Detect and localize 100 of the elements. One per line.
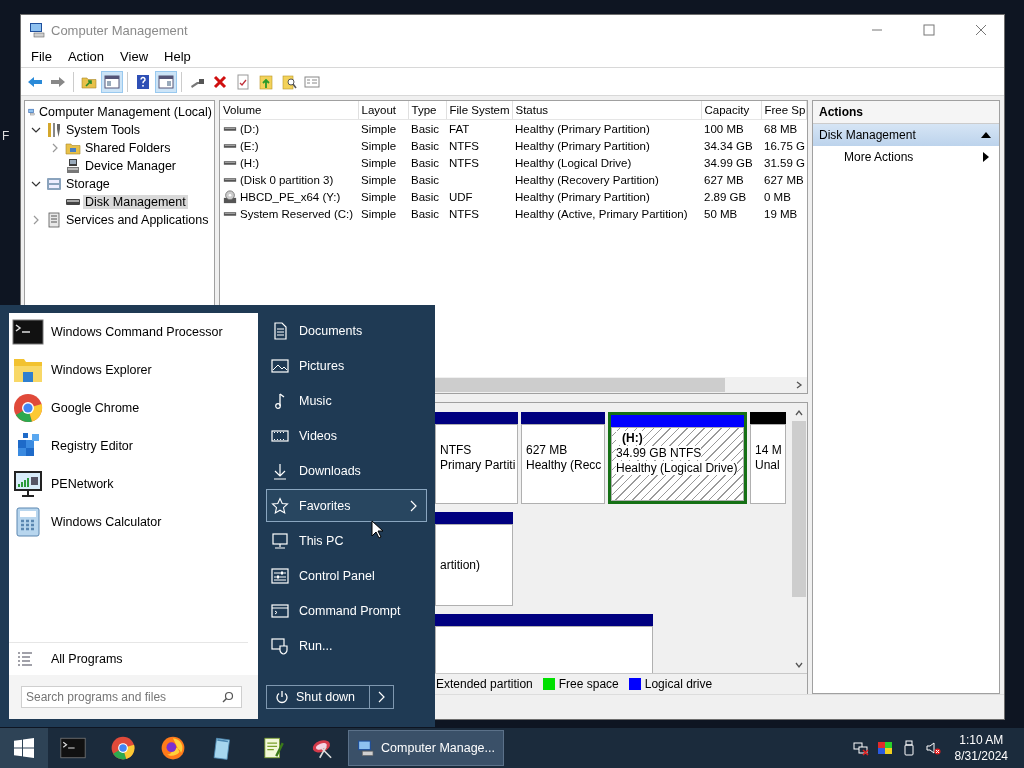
partition-block[interactable]: (H:) 34.99 GB NTFS Healthy (Logical Drive) [608, 412, 747, 504]
volume-name: (D:) [240, 122, 260, 135]
place-item[interactable]: This PC [266, 524, 427, 557]
scroll-down-icon[interactable] [794, 661, 803, 669]
document-icon [271, 321, 289, 340]
table-cell: 0 MB [764, 190, 791, 203]
place-item[interactable]: Documents [266, 314, 427, 347]
clock-time[interactable]: 1:10 AM [959, 732, 1004, 748]
volume-name: (H:) [240, 156, 260, 169]
tree-item[interactable]: Computer Management (Local) [37, 105, 214, 119]
tree-item[interactable]: Shared Folders [83, 141, 173, 155]
column-header[interactable]: Volume [220, 101, 358, 120]
window-title: Computer Management [51, 22, 189, 38]
scrollbar-thumb[interactable] [791, 421, 806, 597]
table-cell: Basic [411, 156, 440, 169]
device-icon [65, 158, 81, 174]
table-cell: 627 MB [764, 173, 804, 186]
maximize-icon[interactable] [923, 24, 935, 36]
toolbar-button[interactable] [155, 70, 177, 93]
place-label: Control Panel [299, 568, 376, 583]
column-header[interactable]: File System [446, 101, 512, 120]
collapse-arrow-icon[interactable] [981, 131, 991, 139]
tree-item[interactable]: Storage [64, 177, 112, 191]
program-item[interactable]: Windows Explorer [51, 363, 152, 377]
column-header[interactable]: Type [408, 101, 446, 120]
power-icon [275, 690, 289, 704]
toolbar-button[interactable] [101, 70, 123, 93]
program-item[interactable]: Registry Editor [51, 439, 133, 453]
place-item[interactable]: Command Prompt [266, 594, 427, 627]
column-header[interactable]: Status [512, 101, 701, 120]
table-cell: 50 MB [704, 207, 738, 220]
legend-label: Extended partition [436, 677, 533, 691]
place-label: Videos [299, 428, 338, 443]
table-cell: Basic [411, 139, 440, 152]
table-cell: Healthy (Primary Partition) [515, 190, 650, 203]
partition-name: (H:) [616, 431, 643, 445]
place-item[interactable]: Run... [266, 629, 427, 662]
table-cell: NTFS [449, 139, 480, 152]
action-group-title: Disk Management [819, 128, 916, 142]
table-cell: 2.89 GB [704, 190, 747, 203]
action-item[interactable]: More Actions [813, 146, 999, 168]
table-cell: Basic [411, 207, 440, 220]
action-group-header[interactable]: Disk Management [813, 124, 999, 146]
place-label: Music [299, 393, 333, 408]
chevron-icon[interactable] [31, 179, 41, 189]
all-programs-link[interactable]: All Programs [51, 652, 123, 666]
table-cell: UDF [449, 190, 473, 203]
table-cell: Simple [361, 207, 397, 220]
image-icon [271, 356, 289, 375]
desktop-icon-label[interactable]: F [2, 129, 10, 143]
start-button[interactable] [0, 728, 48, 768]
table-cell: Simple [361, 122, 397, 135]
terminal-icon[interactable] [60, 735, 86, 761]
program-item[interactable]: PENetwork [51, 477, 114, 491]
menu-item[interactable]: File [23, 48, 60, 64]
search-icon [222, 691, 234, 703]
terminal-icon [12, 316, 44, 348]
program-item[interactable]: Windows Command Processor [51, 325, 223, 339]
place-item[interactable]: Control Panel [266, 559, 427, 592]
tree-item[interactable]: Device Manager [83, 159, 178, 173]
chevron-icon[interactable] [31, 125, 41, 135]
table-cell: Healthy (Primary Partition) [515, 122, 650, 135]
column-header[interactable]: Free Sp [761, 101, 806, 120]
run-icon [271, 636, 289, 655]
scroll-right-icon[interactable] [795, 381, 803, 389]
services-icon [46, 212, 62, 228]
clock-date[interactable]: 8/31/2024 [954, 748, 1008, 764]
menu-item[interactable]: View [112, 48, 157, 64]
partition-status: artition) [440, 558, 480, 572]
shut-down-button[interactable]: Shut down [266, 685, 371, 709]
round-logo-icon[interactable] [160, 735, 186, 761]
folder-search-icon [281, 73, 297, 90]
place-item[interactable]: Music [266, 384, 427, 417]
tools-icon [46, 122, 62, 138]
tree-item[interactable]: Services and Applications [64, 213, 211, 227]
tree-item[interactable]: System Tools [64, 123, 143, 137]
program-item[interactable]: Windows Calculator [51, 515, 162, 529]
scrollbar-thumb[interactable] [435, 378, 725, 392]
download-icon [271, 461, 289, 480]
place-item[interactable]: Pictures [266, 349, 427, 382]
taskbar-window-button[interactable]: Computer Manage... [348, 730, 504, 766]
computer-icon [357, 738, 375, 758]
program-item[interactable]: Google Chrome [51, 401, 140, 415]
round-logo-icon[interactable] [110, 735, 136, 761]
column-header[interactable]: Capacity [701, 101, 761, 120]
place-item[interactable]: Videos [266, 419, 427, 452]
menu-item[interactable]: Action [59, 48, 113, 64]
partition-status: Unal [755, 458, 780, 472]
shut-down-options-button[interactable] [370, 685, 395, 709]
scroll-up-icon[interactable] [794, 409, 803, 417]
close-icon[interactable] [975, 24, 987, 36]
table-cell: 19 MB [764, 207, 798, 220]
place-item[interactable]: Downloads [266, 454, 427, 487]
tree-item[interactable]: Disk Management [83, 195, 188, 209]
search-field[interactable]: Search programs and files [21, 686, 242, 708]
table-cell: Healthy (Primary Partition) [515, 139, 650, 152]
list-icon [304, 73, 320, 90]
menu-item[interactable]: Help [156, 48, 199, 64]
column-header[interactable]: Layout [358, 101, 408, 120]
place-item[interactable]: Favorites [266, 489, 427, 522]
